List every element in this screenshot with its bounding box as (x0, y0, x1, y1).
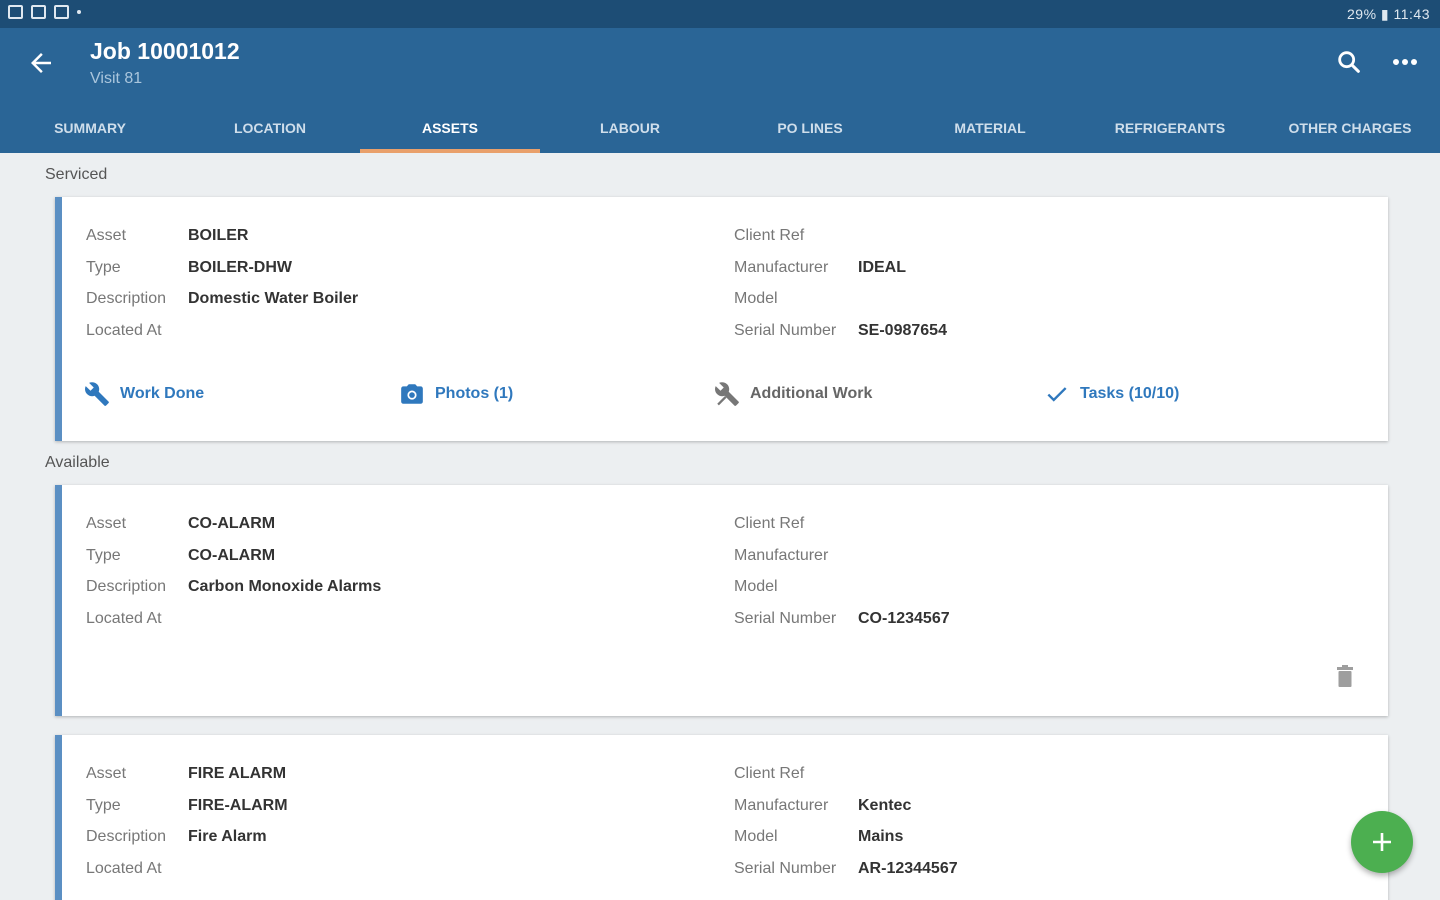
plus-icon (1373, 833, 1391, 851)
app-bar: Job 10001012 Visit 81 SUMMARY LOCATION A… (0, 28, 1440, 153)
client-ref-label: Client Ref (734, 515, 805, 532)
manufacturer-value: IDEAL (858, 259, 906, 276)
checkmark-icon (1047, 387, 1067, 402)
serial-number-label: Serial Number (734, 322, 837, 339)
notification-icon (8, 5, 23, 19)
notification-icon (31, 5, 46, 19)
work-done-button[interactable]: Work Done (84, 381, 204, 407)
page-subtitle: Visit 81 (90, 70, 143, 87)
description-label: Description (86, 290, 167, 307)
more-options-icon[interactable] (1390, 48, 1420, 76)
back-arrow-icon[interactable] (26, 48, 56, 78)
additional-work-button[interactable]: Additional Work (714, 381, 872, 407)
tab-location[interactable]: LOCATION (180, 108, 360, 153)
additional-work-label: Additional Work (750, 385, 873, 402)
description-value: Fire Alarm (188, 828, 267, 845)
located-at-label: Located At (86, 860, 162, 877)
type-label: Type (86, 797, 121, 814)
status-system-info: 29% ▮ 11:43 (1347, 6, 1430, 22)
tab-other-charges[interactable]: OTHER CHARGES (1260, 108, 1440, 153)
serial-number-value: CO-1234567 (858, 610, 950, 627)
tab-assets[interactable]: ASSETS (360, 108, 540, 153)
tasks-label: Tasks (10/10) (1080, 385, 1180, 402)
manufacturer-value: Kentec (858, 797, 912, 814)
asset-value: FIRE ALARM (188, 765, 287, 782)
wrench-icon (85, 382, 109, 406)
tab-labour[interactable]: LABOUR (540, 108, 720, 153)
serial-number-label: Serial Number (734, 610, 837, 627)
located-at-label: Located At (86, 322, 162, 339)
description-value: Carbon Monoxide Alarms (188, 578, 382, 595)
asset-label: Asset (86, 515, 127, 532)
notification-icon (54, 5, 69, 19)
manufacturer-label: Manufacturer (734, 797, 829, 814)
type-label: Type (86, 259, 121, 276)
located-at-label: Located At (86, 610, 162, 627)
asset-label: Asset (86, 227, 127, 244)
asset-value: CO-ALARM (188, 515, 276, 532)
work-done-label: Work Done (120, 385, 205, 402)
type-label: Type (86, 547, 121, 564)
tab-refrigerants[interactable]: REFRIGERANTS (1080, 108, 1260, 153)
serial-number-label: Serial Number (734, 860, 837, 877)
model-label: Model (734, 828, 778, 845)
tab-material[interactable]: MATERIAL (900, 108, 1080, 153)
asset-card-boiler[interactable]: Asset BOILER Type BOILER-DHW Description Do… (55, 197, 1388, 441)
search-icon[interactable] (1335, 48, 1363, 76)
type-value: CO-ALARM (188, 547, 276, 564)
asset-label: Asset (86, 765, 127, 782)
manufacturer-label: Manufacturer (734, 547, 829, 564)
client-ref-label: Client Ref (734, 227, 805, 244)
model-label: Model (734, 290, 778, 307)
tasks-button[interactable]: Tasks (10/10) (1044, 381, 1179, 407)
tab-bar: SUMMARY LOCATION ASSETS LABOUR PO LINES … (0, 108, 1440, 153)
camera-icon (401, 384, 423, 404)
section-serviced-label: Serviced (45, 166, 108, 183)
tab-po-lines[interactable]: PO LINES (720, 108, 900, 153)
trash-icon[interactable] (1336, 665, 1354, 687)
tab-summary[interactable]: SUMMARY (0, 108, 180, 153)
section-available-label: Available (45, 454, 110, 471)
client-ref-label: Client Ref (734, 765, 805, 782)
page-title: Job 10001012 (90, 38, 240, 64)
photos-button[interactable]: Photos (1) (399, 381, 513, 407)
description-value: Domestic Water Boiler (188, 290, 359, 307)
description-label: Description (86, 578, 167, 595)
tools-icon (715, 382, 739, 406)
serial-number-value: SE-0987654 (858, 322, 947, 339)
photos-label: Photos (1) (435, 385, 514, 402)
model-value: Mains (858, 828, 904, 845)
status-notification-icons (8, 5, 81, 19)
serial-number-value: AR-12344567 (858, 860, 958, 877)
type-value: FIRE-ALARM (188, 797, 288, 814)
status-bar: 29% ▮ 11:43 (0, 0, 1440, 28)
type-value: BOILER-DHW (188, 259, 292, 276)
manufacturer-label: Manufacturer (734, 259, 829, 276)
add-asset-fab[interactable] (1351, 811, 1413, 873)
notification-dot (77, 10, 81, 14)
model-label: Model (734, 578, 778, 595)
asset-card-co-alarm[interactable]: Asset CO-ALARM Type CO-ALARM Description Ca… (55, 485, 1388, 716)
description-label: Description (86, 828, 167, 845)
asset-card-fire-alarm[interactable]: Asset FIRE ALARM Type FIRE-ALARM Descripti… (55, 735, 1388, 900)
asset-value: BOILER (188, 227, 249, 244)
